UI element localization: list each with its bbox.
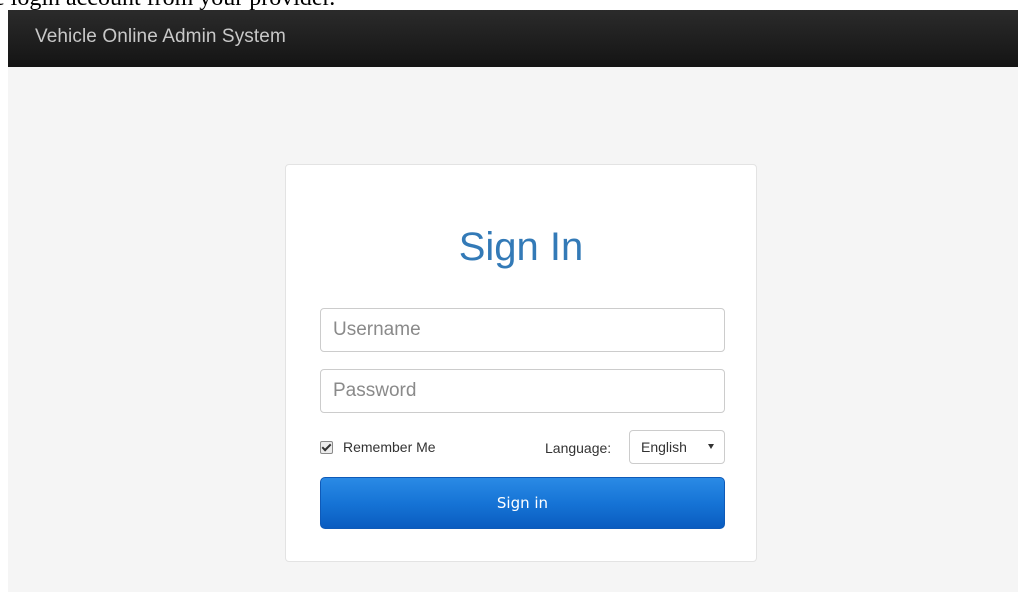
admin-app: Vehicle Online Admin System Sign In Reme… bbox=[8, 10, 1018, 592]
brand-title[interactable]: Vehicle Online Admin System bbox=[35, 26, 286, 48]
language-select[interactable]: English bbox=[629, 430, 725, 464]
sign-in-heading: Sign In bbox=[458, 225, 584, 269]
checkbox-checked-icon[interactable] bbox=[320, 440, 333, 454]
language-selected-value: English bbox=[641, 439, 687, 455]
login-panel: Sign In Remember Me Language: English Si… bbox=[285, 164, 757, 562]
sign-in-button[interactable]: Sign in bbox=[320, 477, 725, 529]
top-navbar: Vehicle Online Admin System bbox=[8, 10, 1018, 67]
password-input[interactable] bbox=[320, 369, 725, 413]
language-label: Language: bbox=[545, 440, 612, 456]
username-input[interactable] bbox=[320, 308, 725, 352]
remember-me-control[interactable]: Remember Me bbox=[320, 436, 436, 458]
remember-me-label: Remember Me bbox=[343, 439, 436, 455]
caret-down-icon bbox=[708, 444, 714, 449]
